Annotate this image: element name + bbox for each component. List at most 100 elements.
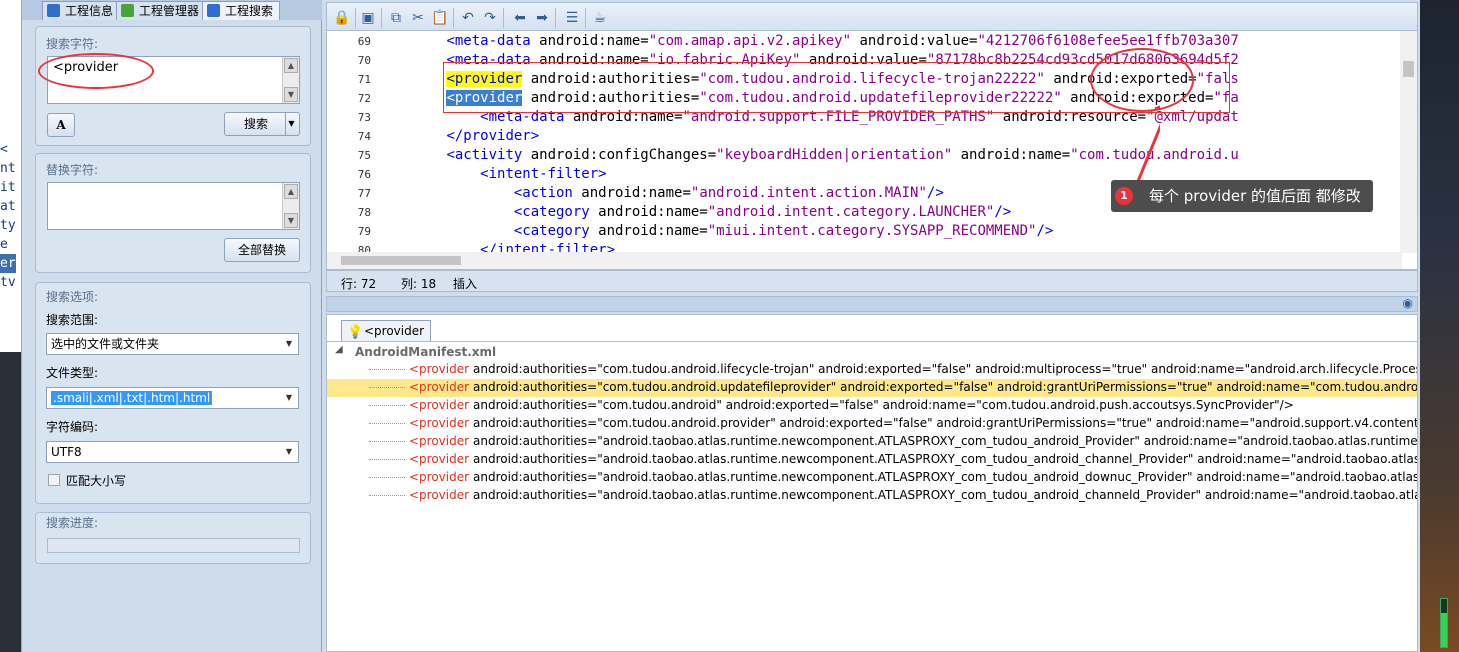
result-row[interactable]: <provider android:authorities="android.ta…	[327, 487, 1418, 505]
toolbar-separator	[355, 8, 356, 28]
result-row[interactable]: <provider android:authorities="com.tudou.…	[327, 379, 1417, 397]
scroll-down-icon[interactable]: ▼	[284, 213, 298, 228]
panel-splitter[interactable]: ◉	[326, 296, 1418, 312]
code-tag: />	[1036, 223, 1054, 239]
encoding-select[interactable]: UTF8 ▼	[46, 441, 299, 463]
code-line[interactable]: <category android:name="android.intent.c…	[379, 203, 1011, 222]
result-keyword: <provider	[409, 380, 470, 394]
result-row[interactable]: <provider android:authorities="android.ta…	[327, 433, 1417, 451]
result-row[interactable]: <provider android:authorities="com.tudou.…	[327, 397, 1417, 415]
bg-text: ty	[0, 218, 16, 233]
code-attr-name: android:name=	[572, 185, 691, 201]
bg-text: e	[0, 237, 8, 252]
code-tag: <meta-data	[446, 33, 531, 49]
code-attr-name: android:name=	[589, 204, 708, 220]
line-number: 79	[357, 225, 371, 238]
scroll-thumb[interactable]	[341, 256, 461, 265]
bg-text: er	[0, 254, 16, 273]
format-icon[interactable]: ☰	[563, 9, 581, 27]
chevron-down-icon[interactable]: ▼	[285, 113, 297, 135]
scope-select[interactable]: 选中的文件或文件夹 ▼	[46, 333, 299, 355]
code-tag: <activity	[446, 147, 523, 163]
code-attr-value: "4212706f6108efee5ee1ffb703a307	[977, 33, 1239, 49]
status-column: 列: 18	[401, 277, 437, 291]
chevron-down-icon: ▼	[285, 447, 292, 456]
code-line[interactable]: <meta-data android:name="com.amap.api.v2…	[379, 32, 1239, 51]
results-file-node[interactable]: ◢ AndroidManifest.xml	[335, 344, 496, 359]
annotation-callout: 1 每个 provider 的值后面 都修改	[1111, 180, 1373, 212]
forward-arrow-icon[interactable]: ➡	[533, 9, 551, 27]
search-progress-bar	[47, 538, 300, 553]
save-icon[interactable]: ▣	[359, 9, 377, 27]
lock-icon[interactable]: 🔒	[333, 9, 351, 27]
editor-vertical-scrollbar[interactable]	[1400, 31, 1417, 253]
result-text: android:authorities="com.tudou.android" …	[473, 398, 1294, 412]
tree-connector	[369, 487, 405, 496]
toolbar-separator	[585, 8, 586, 28]
cut-icon[interactable]: ✂	[409, 9, 427, 27]
redo-icon[interactable]: ↷	[481, 9, 499, 27]
tree-collapse-icon[interactable]: ◢	[335, 344, 343, 355]
result-row[interactable]: <provider android:authorities="com.tudou.…	[327, 361, 1417, 379]
tree-connector	[369, 469, 405, 478]
scroll-up-icon[interactable]: ▲	[284, 184, 298, 199]
line-number: 71	[357, 73, 371, 86]
chevron-down-icon: ▼	[285, 393, 292, 402]
paste-icon[interactable]: 📋	[431, 9, 449, 27]
result-text: android:authorities="android.taobao.atla…	[473, 488, 1418, 502]
code-line[interactable]: <category android:name="miui.intent.cate…	[379, 222, 1053, 241]
tab-project-info[interactable]: 工程信息	[42, 1, 121, 20]
code-line[interactable]: <intent-filter>	[379, 165, 606, 184]
filetype-select[interactable]: .smali|.xml|.txt|.htm|.html ▼	[46, 387, 299, 409]
toolbar-separator	[555, 8, 556, 28]
replace-all-button[interactable]: 全部替换	[224, 238, 300, 262]
replace-input-scrollbar[interactable]: ▲ ▼	[282, 183, 299, 229]
replace-input[interactable]: ▲ ▼	[47, 182, 300, 230]
code-attr-value: "android.intent.category.LAUNCHER"	[707, 204, 995, 220]
volume-gauge	[1440, 598, 1448, 648]
editor-horizontal-scrollbar[interactable]	[327, 252, 1402, 269]
code-attr-name: android:value=	[851, 33, 978, 49]
line-number: 76	[357, 168, 371, 181]
result-row[interactable]: <provider android:authorities="android.ta…	[327, 469, 1417, 487]
java-icon[interactable]: ☕	[591, 9, 609, 27]
undo-icon[interactable]: ↶	[459, 9, 477, 27]
editor-status-bar: 行: 72 列: 18 插入	[326, 270, 1418, 292]
background-desktop-strip	[1420, 0, 1459, 652]
result-row[interactable]: <provider android:authorities="android.ta…	[327, 451, 1417, 469]
code-tag: />	[926, 185, 944, 201]
eye-icon[interactable]: ◉	[1403, 296, 1413, 310]
results-tab[interactable]: 💡 <provider	[341, 320, 432, 341]
back-arrow-icon[interactable]: ⬅	[511, 9, 529, 27]
result-text: android:authorities="com.tudou.android.p…	[473, 416, 1418, 430]
bg-text: it	[0, 180, 16, 195]
bg-text: nt	[0, 161, 16, 176]
code-line[interactable]: </provider>	[379, 127, 539, 146]
status-line: 行: 72	[341, 277, 377, 291]
tab-project-manager[interactable]: 工程管理器	[116, 1, 207, 20]
search-input-scrollbar[interactable]: ▲ ▼	[282, 57, 299, 103]
result-keyword: <provider	[409, 362, 470, 376]
bg-text: tv	[0, 275, 16, 290]
code-attr-value: "miui.intent.category.SYSAPP_RECOMMEND"	[707, 223, 1037, 239]
code-attr-name: android:name=	[952, 147, 1071, 163]
line-number: 77	[357, 187, 371, 200]
scroll-thumb[interactable]	[1403, 61, 1414, 77]
search-panel: 工程信息 工程管理器 工程搜索 搜索字符: <provider ▲ ▼ A 搜索…	[22, 0, 322, 652]
copy-icon[interactable]: ⧉	[387, 9, 405, 27]
code-attr-value: "android.intent.action.MAIN"	[690, 185, 927, 201]
code-tag: </provider>	[446, 128, 540, 144]
scroll-down-icon[interactable]: ▼	[284, 87, 298, 102]
scroll-up-icon[interactable]: ▲	[284, 58, 298, 73]
search-button[interactable]: 搜索 ▼	[224, 112, 300, 136]
result-row[interactable]: <provider android:authorities="com.tudou.…	[327, 415, 1418, 433]
font-button[interactable]: A	[47, 113, 75, 137]
line-number: 78	[357, 206, 371, 219]
code-line[interactable]: <action android:name="android.intent.act…	[379, 184, 944, 203]
match-case-checkbox[interactable]	[48, 474, 60, 486]
tab-project-search[interactable]: 工程搜索	[202, 1, 281, 20]
